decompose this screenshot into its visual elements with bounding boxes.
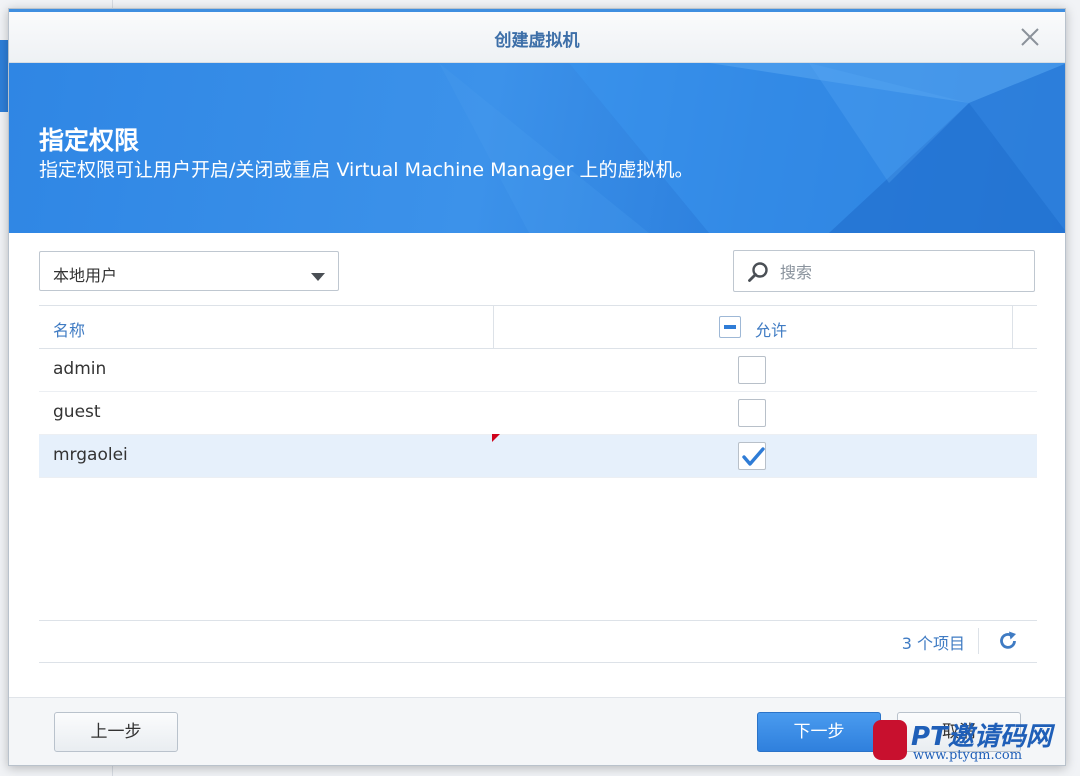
close-icon[interactable] (1015, 22, 1045, 52)
step-banner: 指定权限 指定权限可让用户开启/关闭或重启 Virtual Machine Ma… (9, 63, 1065, 233)
watermark-url: www.ptyqm.com (913, 748, 1023, 763)
seal-icon (873, 720, 907, 760)
footer-divider (978, 628, 979, 654)
modified-indicator (492, 434, 500, 442)
user-type-dropdown[interactable]: 本地用户 (39, 251, 339, 291)
background-sidebar-accent (0, 40, 8, 112)
table-footer: 3 个项目 (39, 620, 1037, 663)
dropdown-selected-value: 本地用户 (53, 266, 118, 285)
watermark-logo: PT邀请码网 www.ptyqm.com (873, 716, 1073, 766)
refresh-icon[interactable] (997, 630, 1019, 656)
next-button[interactable]: 下一步 (757, 712, 881, 752)
permissions-table: 名称 允许 admin guest mrgaolei (39, 305, 1037, 478)
column-header-allow-label[interactable]: 允许 (755, 317, 787, 341)
allow-checkbox[interactable] (738, 356, 766, 384)
search-box (733, 250, 1035, 292)
allow-checkbox[interactable] (738, 399, 766, 427)
user-name: guest (53, 402, 101, 422)
chevron-down-icon (310, 267, 326, 286)
table-row[interactable]: admin (39, 349, 1037, 392)
banner-title: 指定权限 (39, 126, 140, 155)
user-name: mrgaolei (53, 445, 128, 465)
dialog-titlebar: 创建虚拟机 (9, 9, 1065, 63)
allow-checkbox[interactable] (738, 442, 766, 470)
column-header-name[interactable]: 名称 (53, 317, 85, 341)
create-vm-dialog: 创建虚拟机 指定权限 指定权限可让用户开启/关闭或重启 Virtual Mach… (8, 8, 1066, 766)
select-all-checkbox[interactable] (719, 316, 741, 338)
table-header: 名称 允许 (39, 305, 1037, 349)
table-row[interactable]: mrgaolei (39, 434, 1037, 478)
search-input[interactable] (778, 259, 1022, 285)
prev-button[interactable]: 上一步 (54, 712, 178, 752)
column-divider[interactable] (493, 306, 494, 348)
dialog-title: 创建虚拟机 (494, 31, 580, 51)
search-icon (747, 261, 769, 287)
column-divider[interactable] (1012, 306, 1013, 348)
banner-description: 指定权限可让用户开启/关闭或重启 Virtual Machine Manager… (39, 159, 694, 181)
table-row[interactable]: guest (39, 392, 1037, 435)
user-name: admin (53, 359, 107, 379)
item-count: 3 个项目 (901, 634, 965, 653)
